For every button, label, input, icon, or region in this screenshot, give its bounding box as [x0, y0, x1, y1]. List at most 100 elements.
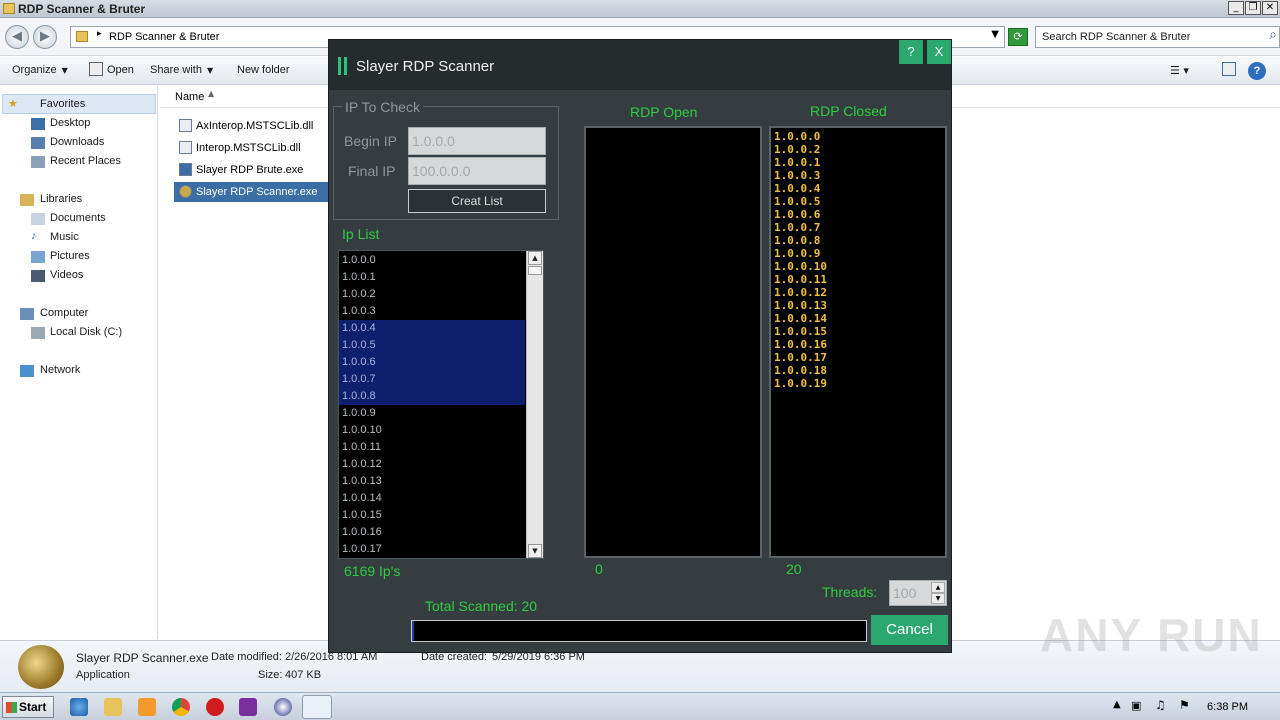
ip-list-scrollbar[interactable]: ▲ ▼	[526, 251, 543, 558]
ip-list-item[interactable]: 1.0.0.9	[339, 405, 525, 422]
final-ip-input[interactable]: 100.0.0.0	[408, 157, 546, 185]
ie-icon[interactable]	[70, 698, 88, 716]
search-icon[interactable]: ⌕	[1269, 27, 1277, 43]
media-player-icon[interactable]	[138, 698, 156, 716]
nav-documents[interactable]: Documents	[50, 212, 106, 224]
clock[interactable]: 6:38 PM	[1207, 701, 1248, 713]
ip-list-item[interactable]: 1.0.0.6	[339, 354, 525, 371]
ip-list-item[interactable]: 1.0.0.12	[339, 456, 525, 473]
rdp-closed-item[interactable]: 1.0.0.1	[774, 156, 820, 169]
nav-downloads[interactable]: Downloads	[50, 136, 104, 148]
ip-list-item[interactable]: 1.0.0.8	[339, 388, 525, 405]
begin-ip-input[interactable]: 1.0.0.0	[408, 127, 546, 155]
nav-local-disk[interactable]: Local Disk (C:)	[50, 326, 122, 338]
nav-pictures[interactable]: Pictures	[50, 250, 90, 262]
help-button[interactable]: ?	[899, 40, 923, 64]
nav-libraries[interactable]: Libraries	[40, 193, 82, 205]
file-item[interactable]: Interop.MSTSCLib.dll	[174, 138, 329, 158]
rdp-closed-item[interactable]: 1.0.0.3	[774, 169, 820, 182]
nav-recent-places[interactable]: Recent Places	[50, 155, 121, 167]
ip-list-item[interactable]: 1.0.0.16	[339, 524, 525, 541]
rdp-closed-item[interactable]: 1.0.0.13	[774, 299, 827, 312]
flag-icon[interactable]: ⚑	[1179, 698, 1190, 712]
rdp-closed-item[interactable]: 1.0.0.15	[774, 325, 827, 338]
ip-list-item[interactable]: 1.0.0.0	[339, 252, 525, 269]
threads-stepper[interactable]: 100 ▲ ▼	[889, 580, 947, 606]
rdp-closed-item[interactable]: 1.0.0.17	[774, 351, 827, 364]
scroll-down-icon[interactable]: ▼	[528, 544, 542, 558]
ip-list-item[interactable]: 1.0.0.10	[339, 422, 525, 439]
breadcrumb-arrow-icon[interactable]: ▸	[97, 29, 102, 39]
view-options-icon[interactable]: ☰ ▾	[1170, 64, 1189, 77]
back-button[interactable]: ◀	[5, 25, 29, 49]
start-button[interactable]: Start	[2, 696, 54, 718]
cancel-button[interactable]: Cancel	[871, 615, 948, 645]
nav-music[interactable]: Music	[50, 231, 79, 243]
rdp-closed-list[interactable]: 1.0.0.0 1.0.0.2 1.0.0.1 1.0.0.3 1.0.0.4 1.0.0…	[769, 126, 947, 558]
stepper-up-icon[interactable]: ▲	[931, 582, 945, 593]
winrar-icon[interactable]	[239, 698, 257, 716]
ip-list-item[interactable]: 1.0.0.14	[339, 490, 525, 507]
chevron-down-icon[interactable]: ▼	[991, 29, 999, 40]
file-item[interactable]: Slayer RDP Brute.exe	[174, 160, 329, 180]
scroll-up-icon[interactable]: ▲	[528, 251, 542, 265]
forward-button[interactable]: ▶	[33, 25, 57, 49]
rdp-open-list[interactable]	[584, 126, 762, 558]
rdp-closed-item[interactable]: 1.0.0.7	[774, 221, 820, 234]
file-item[interactable]: AxInterop.MSTSCLib.dll	[174, 116, 329, 136]
file-item-selected[interactable]: Slayer RDP Scanner.exe	[174, 182, 329, 202]
nav-network[interactable]: Network	[40, 364, 80, 376]
ip-list-item[interactable]: 1.0.0.11	[339, 439, 525, 456]
preview-pane-icon[interactable]	[1222, 62, 1236, 76]
ip-list-item[interactable]: 1.0.0.15	[339, 507, 525, 524]
rdp-closed-item[interactable]: 1.0.0.9	[774, 247, 820, 260]
help-icon[interactable]: ?	[1248, 62, 1266, 80]
nav-computer[interactable]: Computer	[40, 307, 88, 319]
rdp-closed-item[interactable]: 1.0.0.19	[774, 377, 827, 390]
share-with-button[interactable]: Share with ▼	[150, 64, 213, 76]
ip-listbox[interactable]: 1.0.0.17 1.0.0.16 1.0.0.15 1.0.0.14 1.0.0.13…	[338, 250, 544, 559]
ip-list-item[interactable]: 1.0.0.1	[339, 269, 525, 286]
open-button[interactable]: Open	[107, 64, 134, 76]
scroll-thumb[interactable]	[528, 266, 542, 275]
minimize-button[interactable]: _	[1228, 1, 1244, 15]
ip-list-item[interactable]: 1.0.0.4	[339, 320, 525, 337]
ip-list-item[interactable]: 1.0.0.3	[339, 303, 525, 320]
rdp-closed-item[interactable]: 1.0.0.12	[774, 286, 827, 299]
rdp-closed-item[interactable]: 1.0.0.10	[774, 260, 827, 273]
new-folder-button[interactable]: New folder	[237, 64, 290, 76]
rdp-closed-item[interactable]: 1.0.0.0	[774, 130, 820, 143]
app-icon[interactable]	[274, 698, 292, 716]
close-window-button[interactable]: ✕	[1262, 1, 1278, 15]
rdp-closed-item[interactable]: 1.0.0.6	[774, 208, 820, 221]
search-input[interactable]: Search RDP Scanner & Bruter ⌕	[1035, 26, 1280, 48]
volume-icon[interactable]: ♫	[1155, 698, 1166, 712]
explorer-icon[interactable]	[104, 698, 122, 716]
slayer-task-button[interactable]	[302, 695, 332, 719]
nav-videos[interactable]: Videos	[50, 269, 83, 281]
restore-button[interactable]: ❐	[1245, 1, 1261, 15]
breadcrumb[interactable]: RDP Scanner & Bruter	[109, 31, 219, 43]
rdp-closed-item[interactable]: 1.0.0.11	[774, 273, 827, 286]
refresh-icon[interactable]: ⟳	[1008, 28, 1028, 46]
rdp-closed-item[interactable]: 1.0.0.14	[774, 312, 827, 325]
opera-icon[interactable]	[206, 698, 224, 716]
rdp-closed-item[interactable]: 1.0.0.5	[774, 195, 820, 208]
close-button[interactable]: X	[927, 40, 951, 64]
rdp-closed-item[interactable]: 1.0.0.8	[774, 234, 820, 247]
rdp-closed-item[interactable]: 1.0.0.2	[774, 143, 820, 156]
tray-expand-icon[interactable]: ▲	[1113, 699, 1121, 710]
ip-list-item[interactable]: 1.0.0.5	[339, 337, 525, 354]
rdp-closed-item[interactable]: 1.0.0.4	[774, 182, 820, 195]
ip-list-item[interactable]: 1.0.0.17	[339, 541, 525, 558]
network-tray-icon[interactable]: ▣	[1131, 699, 1141, 712]
ip-list-item[interactable]: 1.0.0.2	[339, 286, 525, 303]
rdp-closed-item[interactable]: 1.0.0.16	[774, 338, 827, 351]
ip-list-item[interactable]: 1.0.0.7	[339, 371, 525, 388]
nav-favorites[interactable]: Favorites	[40, 98, 85, 110]
rdp-closed-item[interactable]: 1.0.0.18	[774, 364, 827, 377]
creat-list-button[interactable]: Creat List	[408, 189, 546, 213]
column-name[interactable]: Name	[175, 91, 204, 103]
stepper-down-icon[interactable]: ▼	[931, 593, 945, 604]
organize-button[interactable]: Organize ▼	[12, 64, 68, 76]
